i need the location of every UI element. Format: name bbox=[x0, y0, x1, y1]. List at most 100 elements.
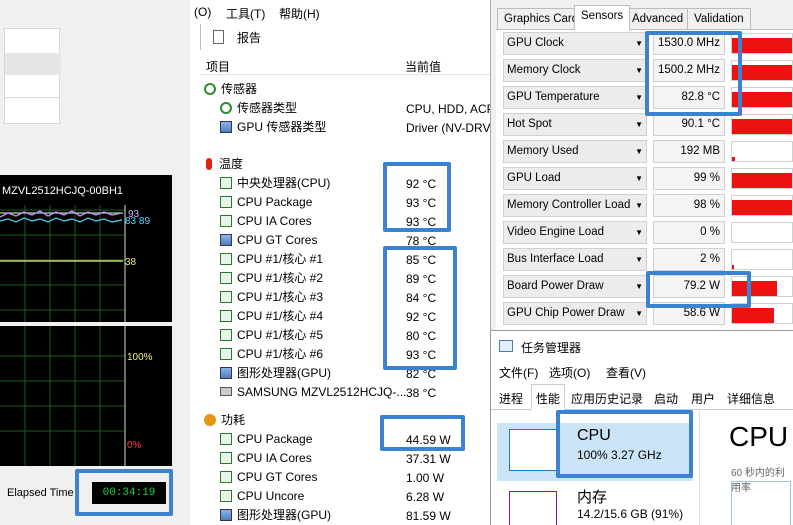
sensor-row[interactable]: CPU GT Cores bbox=[220, 231, 317, 250]
dropdown-arrow-icon[interactable]: ▼ bbox=[635, 249, 643, 270]
menu-item-o[interactable]: (O) bbox=[194, 5, 211, 19]
sensor-value: 85 °C bbox=[406, 253, 437, 267]
sensor-row[interactable]: 传感器类型 bbox=[220, 99, 297, 118]
sensor-value: Driver (NV-DRV bbox=[406, 121, 490, 135]
info-stripe bbox=[5, 53, 61, 75]
gpuz-sensor-name[interactable]: Bus Interface Load ▼ bbox=[503, 248, 647, 271]
column-header: 项目 当前值 bbox=[200, 55, 490, 75]
dropdown-arrow-icon[interactable]: ▼ bbox=[635, 33, 643, 54]
sensor-row[interactable]: CPU Package bbox=[220, 430, 312, 449]
gpuz-sensor-name[interactable]: GPU Temperature ▼ bbox=[503, 86, 647, 109]
gpuz-sensor-row: GPU Load ▼ 99 % bbox=[503, 167, 793, 191]
gpuz-sensor-graph-fill bbox=[732, 157, 735, 161]
gpuz-sensor-row: Bus Interface Load ▼ 2 % bbox=[503, 248, 793, 272]
gpuz-sensor-name-text: Bus Interface Load bbox=[507, 253, 604, 265]
dropdown-arrow-icon[interactable]: ▼ bbox=[635, 222, 643, 243]
sensor-row[interactable]: 中央处理器(CPU) bbox=[220, 174, 330, 193]
menu-item-help[interactable]: 帮助(H) bbox=[279, 5, 320, 22]
sensor-row[interactable]: CPU #1/核心 #1 bbox=[220, 250, 323, 269]
tab-details[interactable]: 详细信息 bbox=[727, 390, 775, 407]
gpuz-sensor-name-text: GPU Load bbox=[507, 172, 561, 184]
sensor-row[interactable]: CPU #1/核心 #2 bbox=[220, 269, 323, 288]
dropdown-arrow-icon[interactable]: ▼ bbox=[635, 195, 643, 216]
sensor-row[interactable]: CPU #1/核心 #4 bbox=[220, 307, 323, 326]
gpuz-sensor-name[interactable]: Board Power Draw ▼ bbox=[503, 275, 647, 298]
gpuz-sensor-name[interactable]: Video Engine Load ▼ bbox=[503, 221, 647, 244]
gpuz-sensor-name-text: Memory Clock bbox=[507, 64, 581, 76]
sensor-label: CPU #1/核心 #1 bbox=[237, 252, 324, 266]
gpuz-sensor-row: Memory Clock ▼ 1500.2 MHz bbox=[503, 59, 793, 83]
dropdown-arrow-icon[interactable]: ▼ bbox=[635, 168, 643, 189]
sensor-value: 38 °C bbox=[406, 386, 437, 400]
chip-icon bbox=[220, 489, 232, 502]
temperature-graph: 93 83 89 38 bbox=[0, 175, 172, 322]
sensor-row[interactable]: CPU GT Cores bbox=[220, 468, 317, 487]
gpuz-sensor-graph bbox=[731, 303, 793, 324]
tm-menu-options[interactable]: 选项(O) bbox=[549, 364, 590, 381]
gpuz-sensor-row: GPU Temperature ▼ 82.8 °C bbox=[503, 86, 793, 110]
gpuz-sensor-name[interactable]: Memory Clock ▼ bbox=[503, 59, 647, 82]
gpuz-sensor-name[interactable]: GPU Chip Power Draw ▼ bbox=[503, 302, 647, 325]
sensor-row[interactable]: SAMSUNG MZVL2512HCJQ-... bbox=[220, 383, 406, 402]
sensor-row[interactable]: CPU Package bbox=[220, 193, 312, 212]
tab-processes[interactable]: 进程 bbox=[499, 390, 523, 407]
gpuz-sensor-name[interactable]: GPU Clock ▼ bbox=[503, 32, 647, 55]
gpuz-sensor-name[interactable]: Memory Used ▼ bbox=[503, 140, 647, 163]
col-value-header[interactable]: 当前值 bbox=[405, 58, 441, 75]
dropdown-arrow-icon[interactable]: ▼ bbox=[635, 60, 643, 81]
dropdown-arrow-icon[interactable]: ▼ bbox=[635, 87, 643, 108]
gpuz-sensor-graph-fill bbox=[732, 199, 792, 215]
menu-item-tools[interactable]: 工具(T) bbox=[226, 5, 265, 22]
memory-mini-graph bbox=[509, 491, 557, 525]
chip-icon bbox=[220, 252, 232, 265]
gpuz-sensor-graph-fill bbox=[732, 118, 792, 134]
tab-performance[interactable]: 性能 bbox=[531, 384, 566, 410]
tm-menu-view[interactable]: 查看(V) bbox=[606, 364, 646, 381]
gpuz-sensor-name-text: Board Power Draw bbox=[507, 280, 604, 292]
dropdown-arrow-icon[interactable]: ▼ bbox=[635, 276, 643, 297]
dropdown-arrow-icon[interactable]: ▼ bbox=[635, 114, 643, 135]
sensor-label: GPU 传感器类型 bbox=[237, 120, 327, 134]
sensor-value: 93 °C bbox=[406, 196, 437, 210]
memory-perf-label[interactable]: 内存 bbox=[577, 486, 607, 507]
gpuz-sensor-name[interactable]: GPU Load ▼ bbox=[503, 167, 647, 190]
section-header[interactable]: 功耗 bbox=[204, 411, 245, 430]
tab-advanced[interactable]: Advanced bbox=[625, 8, 691, 29]
sensor-label: CPU GT Cores bbox=[237, 233, 318, 247]
sensor-row[interactable]: 图形处理器(GPU) bbox=[220, 506, 331, 525]
section-title: 功耗 bbox=[221, 413, 246, 427]
sensor-value: 92 °C bbox=[406, 177, 437, 191]
section-header[interactable]: 传感器 bbox=[204, 80, 257, 99]
tab-app-history[interactable]: 应用历史记录 bbox=[571, 390, 643, 407]
task-manager-window: 任务管理器 文件(F) 选项(O) 查看(V) 进程 性能 应用历史记录 启动 … bbox=[490, 330, 793, 525]
tab-validation[interactable]: Validation bbox=[687, 8, 751, 29]
dropdown-arrow-icon[interactable]: ▼ bbox=[635, 141, 643, 162]
sensor-row[interactable]: CPU IA Cores bbox=[220, 449, 312, 468]
gpuz-sensor-graph bbox=[731, 168, 793, 189]
sensor-row[interactable]: 图形处理器(GPU) bbox=[220, 364, 331, 383]
gpuz-sensor-value: 1500.2 MHz bbox=[653, 59, 725, 82]
col-item-header[interactable]: 项目 bbox=[206, 58, 230, 75]
gpuz-sensor-value: 82.8 °C bbox=[653, 86, 725, 109]
tab-users[interactable]: 用户 bbox=[691, 390, 715, 407]
sensor-row[interactable]: CPU Uncore bbox=[220, 487, 304, 506]
report-button[interactable]: 报告 bbox=[237, 29, 261, 46]
gpuz-sensor-graph bbox=[731, 87, 793, 108]
sensor-row[interactable]: CPU #1/核心 #5 bbox=[220, 326, 323, 345]
gpuz-sensor-name[interactable]: Hot Spot ▼ bbox=[503, 113, 647, 136]
sensor-label: CPU IA Cores bbox=[237, 214, 312, 228]
gpuz-sensor-graph bbox=[731, 222, 793, 243]
tab-sensors[interactable]: Sensors bbox=[574, 5, 631, 30]
section-header[interactable]: 温度 bbox=[204, 155, 243, 174]
tm-menu-file[interactable]: 文件(F) bbox=[499, 364, 538, 381]
tab-graphics-card[interactable]: Graphics Card bbox=[497, 8, 586, 29]
drive-icon bbox=[220, 387, 232, 397]
sensor-row[interactable]: GPU 传感器类型 bbox=[220, 118, 326, 137]
sensor-row[interactable]: CPU IA Cores bbox=[220, 212, 312, 231]
sensor-row[interactable]: CPU #1/核心 #6 bbox=[220, 345, 323, 364]
sensor-row[interactable]: CPU #1/核心 #3 bbox=[220, 288, 323, 307]
gpuz-sensor-name[interactable]: Memory Controller Load ▼ bbox=[503, 194, 647, 217]
dropdown-arrow-icon[interactable]: ▼ bbox=[635, 303, 643, 324]
tab-startup[interactable]: 启动 bbox=[654, 390, 678, 407]
chip-icon bbox=[220, 328, 232, 341]
